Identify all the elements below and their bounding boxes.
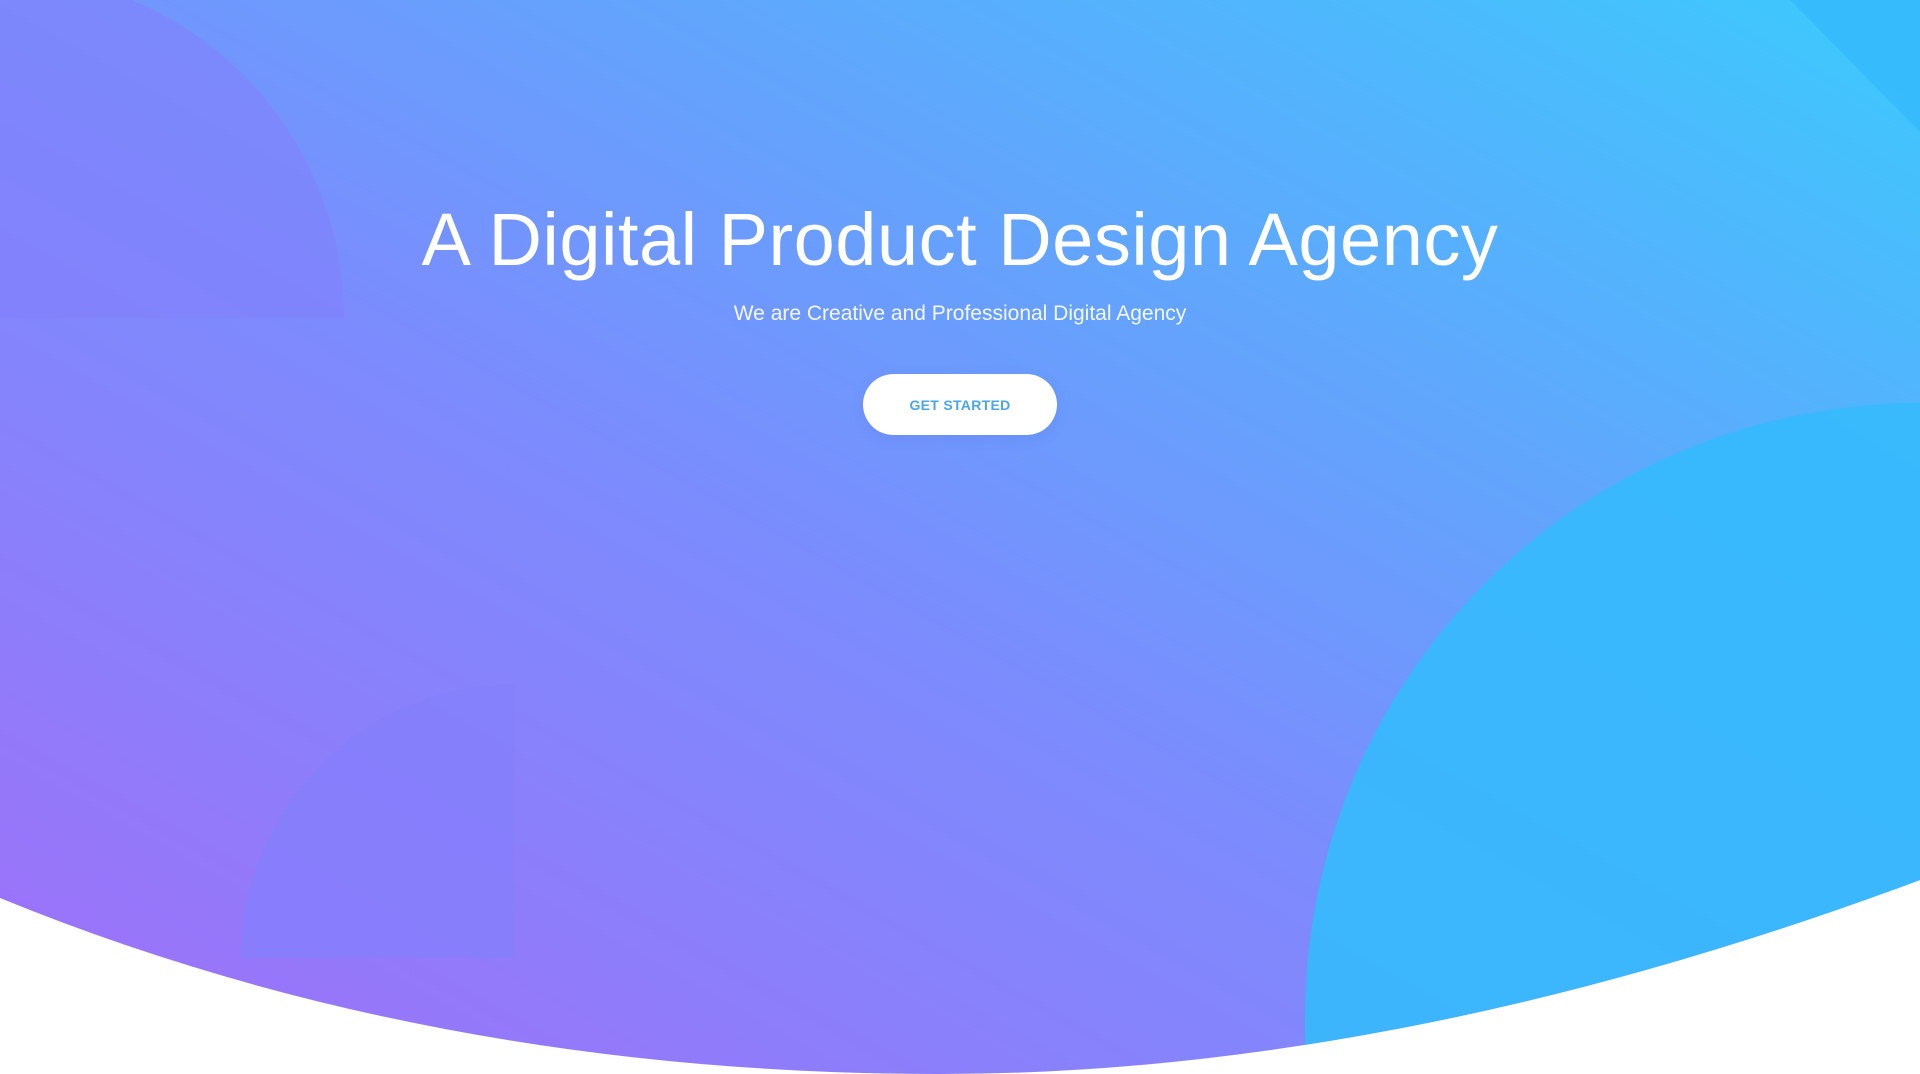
hero-subtitle: We are Creative and Professional Digital… — [733, 302, 1187, 325]
hero-title: A Digital Product Design Agency — [421, 198, 1499, 281]
landing-page: A Digital Product Design Agency We are C… — [0, 0, 1920, 1074]
get-started-button[interactable]: GET STARTED — [863, 374, 1057, 435]
hero-background — [0, 0, 1920, 1074]
hero-content: A Digital Product Design Agency We are C… — [0, 195, 1920, 435]
